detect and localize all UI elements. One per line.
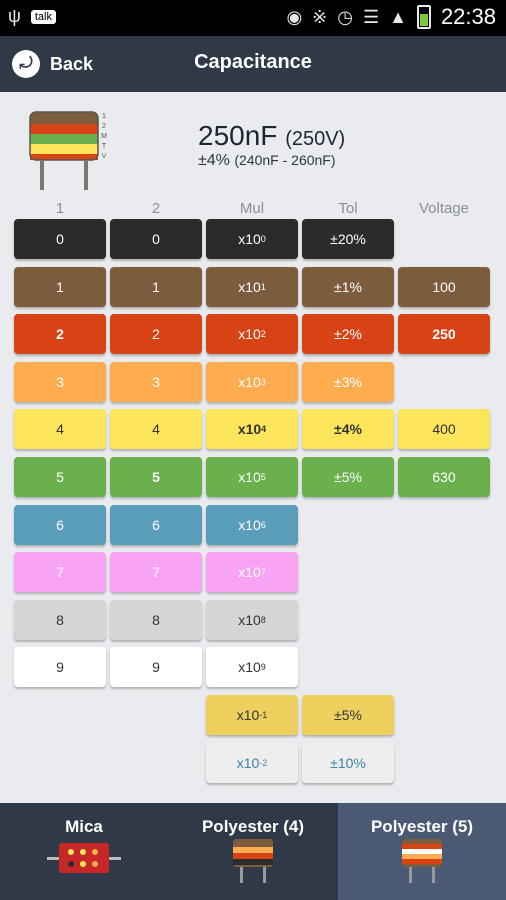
digit2-chip[interactable]: 6 bbox=[110, 504, 202, 545]
digit2-chip[interactable]: 1 bbox=[110, 266, 202, 307]
tolerance-summary: ±4% (240nF - 260nF) bbox=[198, 152, 336, 170]
column-header-tol: Tol bbox=[338, 200, 358, 217]
multiplier-base: x10 bbox=[237, 421, 262, 438]
digit2-chip[interactable]: 4 bbox=[110, 409, 202, 450]
multiplier-chip[interactable]: x10 3 bbox=[206, 361, 298, 402]
digit1-chip[interactable]: 2 bbox=[14, 314, 106, 355]
multiplier-chip[interactable]: x10 -2 bbox=[206, 742, 298, 783]
multiplier-base: x10 bbox=[236, 707, 260, 723]
tolerance-chip[interactable]: ±2% bbox=[302, 314, 394, 355]
multiplier-base: x10 bbox=[238, 278, 261, 295]
multiplier-chip[interactable]: x10 5 bbox=[206, 457, 298, 497]
polyester-4-capacitor-icon bbox=[233, 839, 273, 883]
tab-polyester-5-label: Polyester (5) bbox=[370, 817, 474, 836]
tab-polyester-4-label: Polyester (4) bbox=[201, 817, 305, 836]
voltage-chip[interactable]: 630 bbox=[398, 457, 490, 497]
digit2-chip[interactable]: 9 bbox=[110, 647, 202, 688]
polyester-5-capacitor-icon bbox=[402, 839, 442, 883]
capacitor-icon: 1 2 M T V bbox=[29, 111, 107, 190]
status-left: ψ talk bbox=[8, 6, 56, 27]
alarm-icon: ◷ bbox=[337, 6, 353, 27]
eye-icon: ◉ bbox=[286, 6, 303, 27]
tolerance-chip[interactable]: ±1% bbox=[302, 266, 394, 307]
multiplier-chip[interactable]: x10 6 bbox=[206, 504, 298, 545]
column-header-1: 1 bbox=[55, 200, 65, 217]
tolerance-chip[interactable]: ±5% bbox=[302, 695, 394, 735]
tab-mica-label: Mica bbox=[65, 817, 103, 836]
column-header-mul: Mul bbox=[239, 200, 265, 217]
tolerance-chip[interactable]: ±4% bbox=[302, 409, 394, 450]
multiplier-chip[interactable]: x10 1 bbox=[206, 266, 298, 307]
multiplier-chip[interactable]: x10 2 bbox=[206, 314, 298, 355]
digit1-chip[interactable]: 7 bbox=[14, 552, 106, 593]
status-bar: ψ talk ◉ ※ ◷ ☰ ▲ 22:38 bbox=[0, 0, 506, 36]
tolerance-range: (240nF - 260nF) bbox=[234, 152, 336, 168]
voltage-chip[interactable]: 400 bbox=[398, 409, 490, 450]
clock: 22:38 bbox=[440, 4, 496, 29]
multiplier-base: x10 bbox=[238, 659, 261, 676]
digit1-chip[interactable]: 3 bbox=[14, 361, 106, 402]
digit2-chip[interactable]: 8 bbox=[110, 599, 202, 640]
multiplier-chip[interactable]: x10 -1 bbox=[206, 695, 298, 735]
multiplier-base: x10 bbox=[238, 469, 261, 485]
tab-polyester-5[interactable]: Polyester (5) bbox=[338, 803, 506, 900]
multiplier-chip[interactable]: x10 4 bbox=[206, 409, 298, 450]
digit2-chip[interactable]: 5 bbox=[110, 457, 202, 497]
multiplier-chip[interactable]: x10 8 bbox=[206, 599, 298, 640]
tolerance-chip[interactable]: ±10% bbox=[302, 742, 394, 783]
tab-mica[interactable]: Mica bbox=[0, 803, 168, 900]
tab-polyester-4[interactable]: Polyester (4) bbox=[169, 803, 337, 900]
digit1-chip[interactable]: 4 bbox=[14, 409, 106, 450]
multiplier-chip[interactable]: x10 9 bbox=[206, 647, 298, 688]
multiplier-base: x10 bbox=[238, 564, 261, 581]
voltage-chip[interactable]: 100 bbox=[398, 266, 490, 307]
signal-icon: ▲ bbox=[389, 6, 407, 27]
svg-text:V: V bbox=[102, 153, 107, 160]
digit1-chip[interactable]: 9 bbox=[14, 647, 106, 688]
digit1-chip[interactable]: 5 bbox=[14, 457, 106, 497]
svg-text:T: T bbox=[102, 143, 107, 150]
status-right: ◉ ※ ◷ ☰ ▲ 22:38 bbox=[286, 4, 496, 30]
digit2-chip[interactable]: 3 bbox=[110, 361, 202, 402]
voltage-rating: (250V) bbox=[285, 128, 346, 150]
tolerance-chip[interactable]: ±20% bbox=[302, 219, 394, 259]
capacitance-value: 250nF (250V) bbox=[198, 120, 345, 152]
action-bar: ⤾ Back Capacitance bbox=[0, 36, 506, 92]
digit2-chip[interactable]: 2 bbox=[110, 314, 202, 355]
talk-icon: talk bbox=[30, 9, 56, 24]
tolerance-chip[interactable]: ±5% bbox=[302, 457, 394, 497]
tolerance-value: ±4% bbox=[198, 152, 230, 169]
capacitance-number: 250nF bbox=[198, 120, 278, 151]
multiplier-base: x10 bbox=[238, 611, 261, 628]
multiplier-base: x10 bbox=[238, 373, 261, 390]
multiplier-base: x10 bbox=[238, 231, 261, 247]
column-header-2: 2 bbox=[151, 200, 161, 217]
voltage-chip[interactable]: 250 bbox=[398, 314, 490, 355]
multiplier-chip[interactable]: x10 0 bbox=[206, 219, 298, 259]
bluetooth-icon: ※ bbox=[312, 6, 328, 27]
digit2-chip[interactable]: 7 bbox=[110, 552, 202, 593]
digit1-chip[interactable]: 0 bbox=[14, 219, 106, 259]
svg-text:M: M bbox=[101, 133, 107, 140]
column-header-voltage: Voltage bbox=[418, 200, 470, 217]
multiplier-base: x10 bbox=[236, 754, 260, 771]
multiplier-base: x10 bbox=[238, 516, 261, 533]
capacitor-type-tabs: Mica Polyester (4) Polyester (5) bbox=[0, 803, 506, 900]
multiplier-base: x10 bbox=[238, 326, 261, 343]
tolerance-chip[interactable]: ±3% bbox=[302, 361, 394, 402]
digit1-chip[interactable]: 6 bbox=[14, 504, 106, 545]
battery-icon bbox=[416, 5, 431, 29]
digit2-chip[interactable]: 0 bbox=[110, 219, 202, 259]
multiplier-chip[interactable]: x10 7 bbox=[206, 552, 298, 593]
page-title: Capacitance bbox=[194, 51, 312, 73]
digit1-chip[interactable]: 8 bbox=[14, 599, 106, 640]
svg-text:1: 1 bbox=[102, 113, 106, 120]
digit1-chip[interactable]: 1 bbox=[14, 266, 106, 307]
wifi-icon: ☰ bbox=[362, 6, 380, 27]
usb-icon: ψ bbox=[8, 6, 21, 26]
mica-capacitor-icon bbox=[47, 843, 121, 873]
capacitance-summary: 1 2 M T V 250nF (250V) ±4% (240nF - 260n… bbox=[0, 92, 506, 200]
svg-text:2: 2 bbox=[102, 123, 106, 130]
